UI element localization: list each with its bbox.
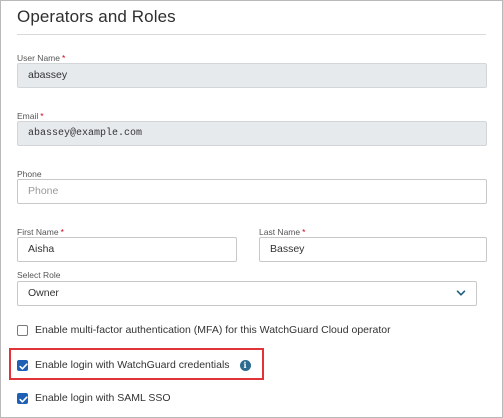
- saml-login-option[interactable]: Enable login with SAML SSO: [17, 392, 171, 404]
- phone-label: Phone: [17, 169, 42, 179]
- role-select[interactable]: Owner: [17, 281, 477, 306]
- page-title: Operators and Roles: [17, 7, 176, 26]
- email-field: abassey@example.com: [17, 121, 487, 146]
- username-label: User Name *: [17, 53, 65, 63]
- first-name-label-text: First Name: [17, 227, 59, 237]
- last-name-label: Last Name *: [259, 227, 305, 237]
- title-divider: [17, 34, 486, 35]
- last-name-label-text: Last Name: [259, 227, 301, 237]
- required-mark: *: [302, 227, 306, 237]
- username-field: abassey: [17, 63, 487, 88]
- phone-input[interactable]: [28, 185, 486, 197]
- operators-roles-panel: Operators and Roles User Name * abassey E…: [0, 0, 503, 418]
- saml-login-checkbox[interactable]: [17, 392, 28, 404]
- last-name-field[interactable]: [259, 237, 487, 262]
- last-name-input[interactable]: [270, 243, 486, 255]
- first-name-input[interactable]: [28, 243, 236, 255]
- watchguard-login-label: Enable login with WatchGuard credentials: [35, 359, 230, 371]
- role-value: Owner: [28, 287, 59, 299]
- username-label-text: User Name: [17, 53, 60, 63]
- watchguard-login-checkbox[interactable]: [17, 359, 28, 371]
- required-mark: *: [40, 111, 44, 121]
- first-name-label: First Name *: [17, 227, 64, 237]
- checkmark-icon: [19, 362, 28, 370]
- chevron-down-icon: [456, 290, 466, 296]
- phone-field[interactable]: [17, 179, 487, 204]
- required-mark: *: [61, 53, 66, 63]
- role-label: Select Role: [17, 270, 61, 280]
- mfa-checkbox[interactable]: [17, 324, 28, 336]
- email-value: abassey@example.com: [28, 128, 143, 139]
- saml-login-label: Enable login with SAML SSO: [35, 392, 171, 404]
- email-label: Email *: [17, 111, 44, 121]
- first-name-field[interactable]: [17, 237, 237, 262]
- mfa-option[interactable]: Enable multi-factor authentication (MFA)…: [17, 324, 391, 336]
- username-value: abassey: [28, 69, 68, 81]
- email-label-text: Email: [17, 111, 39, 121]
- required-mark: *: [60, 227, 64, 237]
- mfa-label: Enable multi-factor authentication (MFA)…: [35, 324, 391, 336]
- watchguard-login-option[interactable]: Enable login with WatchGuard credentials…: [17, 359, 251, 371]
- info-icon[interactable]: i: [239, 359, 251, 371]
- checkmark-icon: [19, 395, 28, 403]
